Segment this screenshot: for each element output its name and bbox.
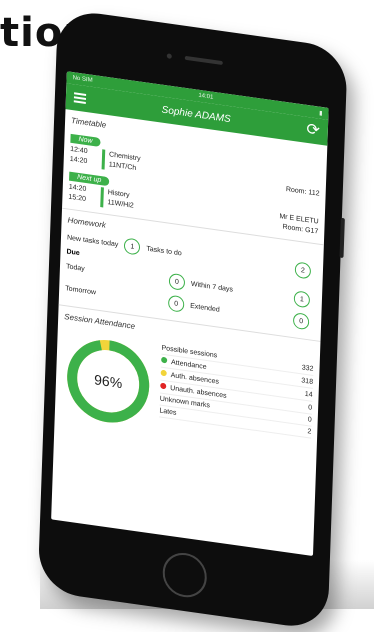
attendance-value: 318 bbox=[301, 376, 314, 386]
attendance-donut: 96% bbox=[61, 329, 156, 433]
tasks-todo-count[interactable]: 2 bbox=[294, 261, 312, 280]
extended-count[interactable]: 0 bbox=[292, 312, 310, 331]
auth-value: 14 bbox=[304, 390, 313, 399]
menu-icon[interactable] bbox=[73, 90, 87, 106]
phone-screen: No SIM 14:01 ▮ Sophie ADAMS ⟳ Timetable … bbox=[51, 71, 329, 557]
possible-value: 332 bbox=[301, 364, 314, 373]
next-bar bbox=[100, 187, 104, 208]
new-tasks-label: New tasks today bbox=[66, 233, 119, 249]
speaker-grille bbox=[184, 55, 223, 66]
refresh-icon[interactable]: ⟳ bbox=[306, 121, 320, 140]
clock-text: 14:01 bbox=[198, 92, 214, 101]
side-button bbox=[339, 217, 345, 259]
attendance-percent: 96% bbox=[93, 371, 123, 392]
unknown-value: 0 bbox=[307, 416, 312, 424]
battery-icon: ▮ bbox=[319, 110, 323, 117]
unauth-dot-icon bbox=[160, 382, 167, 390]
attendance-legend: Possible sessions 332 Attendance 318 Aut… bbox=[159, 342, 314, 456]
auth-dot-icon bbox=[160, 369, 167, 377]
student-name: Sophie ADAMS bbox=[161, 104, 231, 125]
phone-mockup: No SIM 14:01 ▮ Sophie ADAMS ⟳ Timetable … bbox=[37, 8, 348, 632]
today-count[interactable]: 0 bbox=[168, 272, 186, 291]
camera-icon bbox=[166, 53, 172, 59]
carrier-text: No SIM bbox=[72, 75, 93, 84]
lates-value: 2 bbox=[307, 428, 312, 436]
attendance-dot-icon bbox=[161, 356, 168, 364]
unauth-value: 0 bbox=[308, 403, 313, 412]
within7-count[interactable]: 1 bbox=[293, 290, 311, 309]
new-tasks-count[interactable]: 1 bbox=[124, 237, 141, 256]
extended-label: Extended bbox=[190, 302, 220, 314]
lates-label: Lates bbox=[159, 407, 177, 417]
now-bar bbox=[101, 149, 106, 170]
tomorrow-label: Tomorrow bbox=[65, 284, 97, 296]
tomorrow-count[interactable]: 0 bbox=[167, 294, 185, 313]
home-button[interactable] bbox=[161, 550, 208, 601]
